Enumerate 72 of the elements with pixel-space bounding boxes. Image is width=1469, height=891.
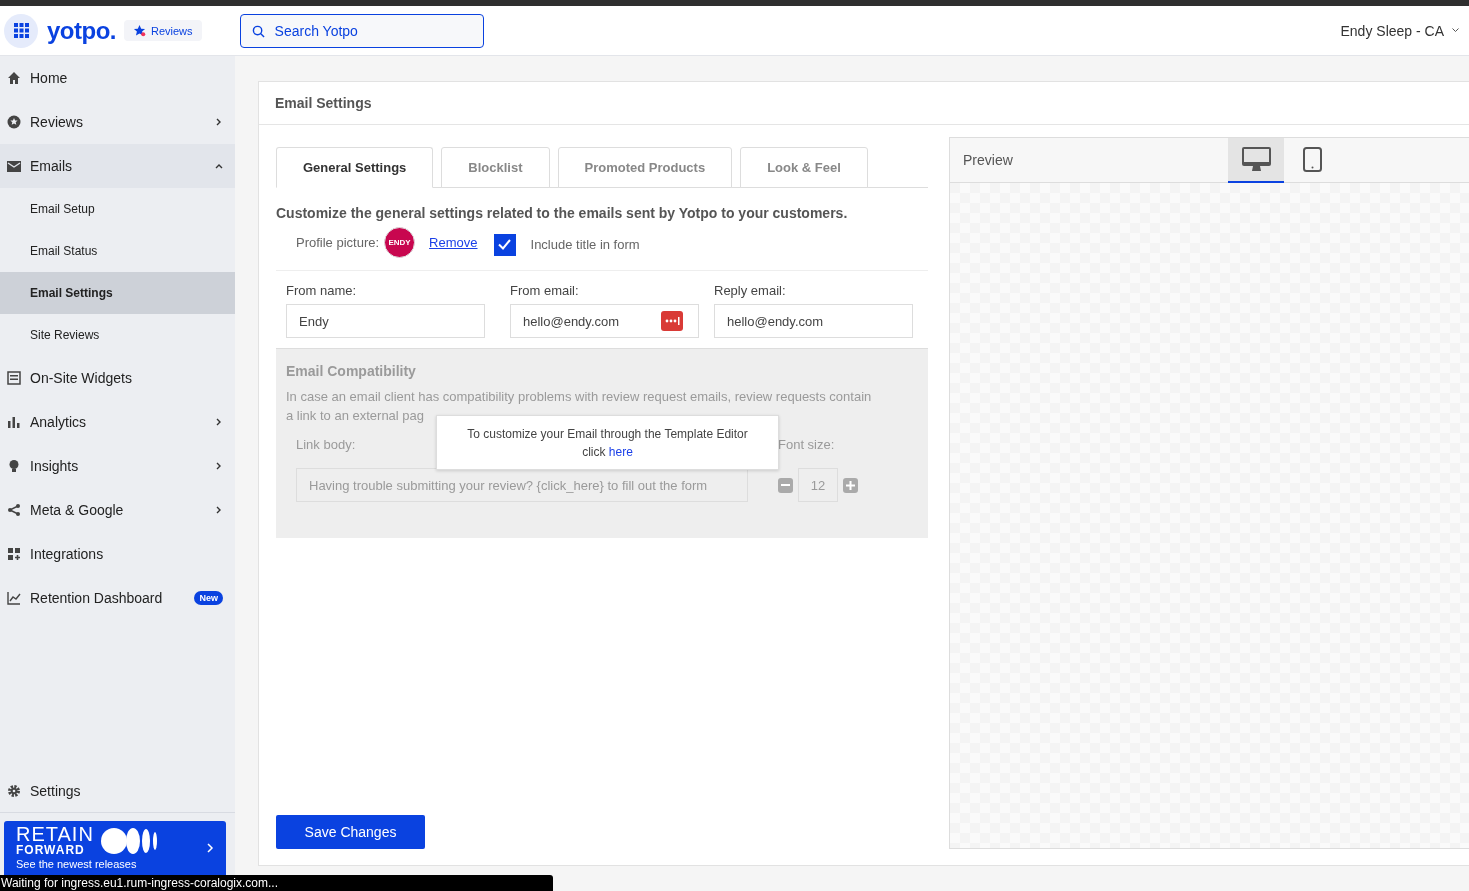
field-label: From name: [286,283,357,298]
chevron-right-icon [206,843,214,853]
profile-avatar: ENDY [384,227,416,258]
text-field[interactable]: hello@endy.com [510,304,699,338]
home-icon [7,71,21,85]
search-icon [251,24,265,38]
tab[interactable]: Promoted Products [557,147,733,188]
section-title: Email Compatibility [286,363,416,379]
nav-item[interactable]: Meta & Google [0,488,235,532]
nav-item[interactable]: Insights [0,444,235,488]
nav-item[interactable]: Retention Dashboard New [0,576,235,620]
logo: yotpo. [47,16,116,45]
promo-banner[interactable]: RETAIN FORWARD See the newest releases [4,821,226,875]
bars-icon [7,415,21,429]
product-badge[interactable]: Reviews [124,20,202,41]
field-label: Font size: [778,437,835,452]
app-grid-button[interactable] [4,13,38,48]
remove-link[interactable]: Remove [429,235,478,250]
nav-item[interactable]: On-Site Widgets [0,356,235,400]
nav-item[interactable]: Analytics [0,400,235,444]
check-icon [498,239,511,250]
nav-subitem[interactable]: Email Status [0,230,235,272]
nav-item[interactable]: Reviews [0,100,235,144]
checkbox-label: Include title in form [530,237,640,252]
banner-title: RETAIN [16,825,94,844]
preview-title: Preview [963,152,1014,168]
text-field[interactable]: hello@endy.com [714,304,913,338]
card-title: Email Settings [259,82,1469,125]
banner-subtitle: FORWARD [16,844,86,856]
plus-icon [846,480,855,490]
section-description: In case an email client has compatibility problems with review request emails, review requests contain a link to an external pag [286,388,873,425]
grid-icon [7,547,21,561]
circles-icon [99,826,158,855]
intro-text: Customize the general settings related to the emails sent by Yotpo to your customers. [276,205,849,221]
popup-text: click [582,444,607,459]
text-field[interactable]: Endy [286,304,485,338]
tablet-icon [1302,146,1322,172]
new-badge: New [194,591,223,605]
account-selector[interactable]: Endy Sleep - CA [1340,22,1459,39]
grid-icon [13,23,29,38]
star-icon [133,24,146,37]
password-manager-icon [661,311,683,331]
bulb-icon [7,459,21,473]
monitor-icon [1240,145,1272,173]
field-label: Reply email: [714,283,786,298]
popup-text: To customize your Email through the Template Editor [467,426,748,441]
save-button[interactable]: Save Changes [276,815,425,849]
nav-item[interactable]: Emails [0,144,235,188]
profile-label: Profile picture: [296,235,380,250]
share-icon [7,503,21,517]
search-field[interactable]: Search Yotpo [239,13,484,48]
field-label: From email: [510,283,579,298]
status-bar: Waiting for ingress.eu1.rum-ingress-coralogix.com... [0,875,553,891]
nav-subitem[interactable]: Site Reviews [0,314,235,356]
nav-item[interactable]: Home [0,56,235,100]
gear-icon [7,783,21,798]
nav-subitem[interactable]: Email Settings [0,272,235,314]
minus-icon [781,484,790,486]
include-title-checkbox[interactable] [493,233,516,256]
tab[interactable]: Blocklist [441,147,550,188]
nav-subitem[interactable]: Email Setup [0,188,235,230]
mail-icon [7,159,21,173]
tab[interactable]: General Settings [276,147,434,188]
desktop-toggle[interactable] [1228,137,1284,183]
caret-icon [1452,28,1459,33]
field-label: Link body: [296,437,356,452]
nav-item[interactable]: Integrations [0,532,235,576]
tab[interactable]: Look & Feel [740,147,868,188]
chart-icon [7,591,21,605]
banner-text: See the newest releases [16,858,138,871]
widget-icon [7,371,21,385]
here-link[interactable]: here [608,444,633,459]
